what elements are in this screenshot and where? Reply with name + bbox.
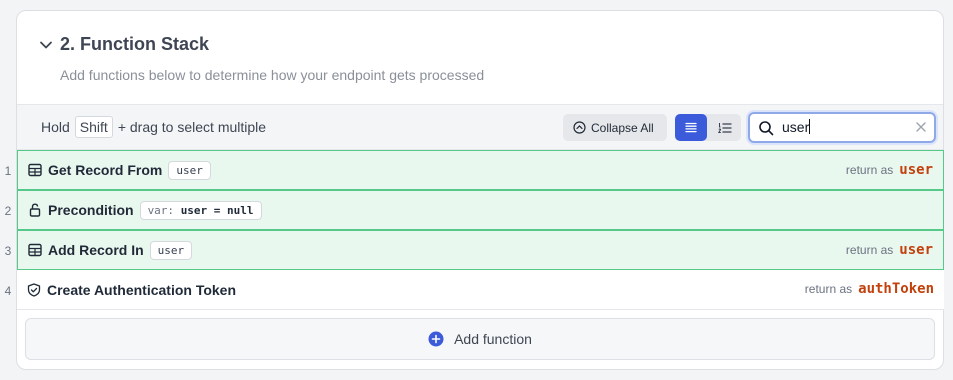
section-subtitle: Add functions below to determine how you… [60, 67, 485, 83]
search-value: user [782, 119, 810, 135]
search-input[interactable]: user [782, 119, 811, 135]
condition-prefix: var: [147, 203, 175, 217]
condition-chip[interactable]: var: user = null [139, 200, 262, 220]
numbered-view-button[interactable] [709, 114, 741, 141]
return-variable[interactable]: user [899, 242, 933, 258]
section-header: 2. Function Stack Add functions below to… [17, 11, 943, 105]
function-row-precondition[interactable]: Precondition var: user = null [17, 190, 944, 230]
add-function-button[interactable]: Add function [25, 318, 935, 360]
selection-hint: Hold Shift + drag to select multiple [41, 116, 266, 138]
return-info: return as user [846, 231, 933, 269]
return-label: return as [845, 243, 894, 257]
function-toolbar: Hold Shift + drag to select multiple Col… [17, 105, 943, 150]
row-number: 2 [4, 204, 12, 218]
table-chip[interactable]: user [149, 240, 193, 260]
list-icon [685, 122, 697, 133]
row-number: 1 [4, 164, 12, 178]
hint-suffix: + drag to select multiple [117, 119, 267, 135]
chevron-down-icon[interactable] [39, 38, 53, 52]
table-icon [28, 163, 42, 177]
text-caret [809, 119, 811, 134]
collapse-icon [573, 121, 586, 134]
hint-prefix: Hold [41, 119, 70, 135]
return-info: return as authToken [805, 270, 934, 308]
view-toggle [675, 114, 741, 141]
return-label: return as [845, 163, 894, 177]
add-function-label: Add function [454, 331, 532, 347]
shield-check-icon [27, 282, 41, 297]
numbered-list-icon [718, 122, 732, 133]
function-name: Precondition [48, 202, 134, 218]
return-info: return as user [846, 151, 933, 189]
row-number: 4 [4, 284, 12, 298]
collapse-all-label: Collapse All [591, 120, 654, 135]
collapse-all-button[interactable]: Collapse All [563, 114, 667, 141]
row-number: 3 [4, 244, 12, 258]
lock-icon [29, 203, 41, 217]
table-chip[interactable]: user [168, 160, 211, 180]
search-field[interactable]: user [748, 112, 936, 143]
return-label: return as [804, 282, 853, 296]
condition-expression: user = null [180, 203, 254, 217]
function-row-create-auth-token[interactable]: Create Authentication Token return as au… [17, 270, 944, 310]
clear-icon[interactable] [914, 120, 928, 134]
search-icon [759, 121, 774, 136]
return-variable[interactable]: user [899, 162, 933, 178]
shift-key: Shift [74, 116, 113, 138]
function-row-add-record[interactable]: Add Record In user return as user [17, 230, 944, 270]
plus-circle-icon [428, 331, 444, 347]
list-view-button[interactable] [675, 114, 707, 141]
section-title: 2. Function Stack [60, 34, 210, 54]
function-row-get-record[interactable]: Get Record From user return as user [17, 150, 944, 190]
table-icon [28, 243, 42, 257]
function-name: Add Record In [48, 242, 144, 258]
return-variable[interactable]: authToken [858, 281, 934, 297]
function-name: Create Authentication Token [47, 281, 237, 298]
function-name: Get Record From [48, 162, 163, 178]
